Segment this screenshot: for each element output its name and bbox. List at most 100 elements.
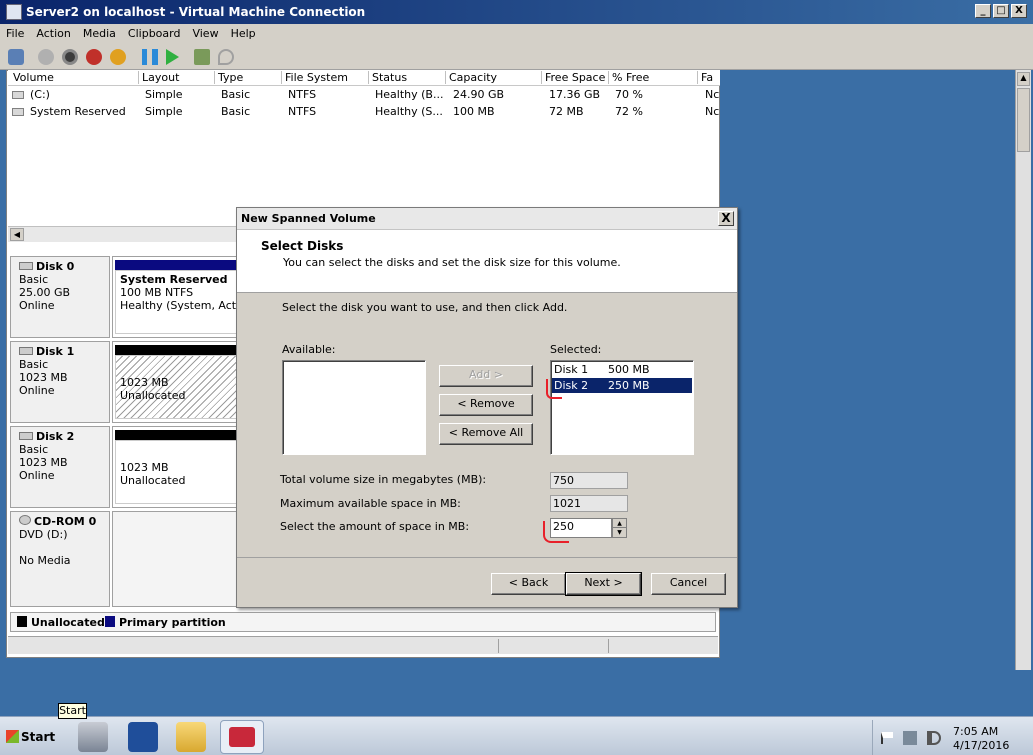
revert-icon[interactable]	[218, 49, 234, 65]
cell-type: Basic	[221, 105, 251, 118]
snapshot-icon[interactable]	[194, 49, 210, 65]
selected-label: Selected:	[550, 343, 602, 356]
remove-button[interactable]: < Remove	[439, 394, 533, 416]
total-size-label: Total volume size in megabytes (MB):	[280, 473, 487, 486]
max-space-label: Maximum available space in MB:	[280, 497, 461, 510]
save-icon[interactable]	[110, 49, 126, 65]
computer-management-taskbar-button[interactable]	[220, 720, 264, 754]
menu-media[interactable]: Media	[77, 24, 122, 40]
available-label: Available:	[282, 343, 336, 356]
menu-bar: File Action Media Clipboard View Help	[0, 24, 1033, 44]
disk-type: Basic	[19, 358, 49, 371]
add-button[interactable]: Add >	[439, 365, 533, 387]
turn-off-icon[interactable]	[62, 49, 78, 65]
server-manager-icon[interactable]	[78, 722, 108, 752]
cdrom-0-area[interactable]	[112, 511, 242, 607]
menu-action[interactable]: Action	[30, 24, 76, 40]
selected-disks-list[interactable]: Disk 1 500 MB Disk 2 250 MB	[550, 360, 694, 455]
cell-layout: Simple	[145, 105, 183, 118]
spin-down-icon[interactable]: ▼	[613, 528, 626, 537]
start-icon[interactable]	[38, 49, 54, 65]
partition-size: 1023 MB	[120, 376, 169, 389]
col-volume[interactable]: Volume	[10, 71, 54, 84]
explorer-icon[interactable]	[176, 722, 206, 752]
cell-fault: Nc	[705, 105, 720, 118]
next-button[interactable]: Next >	[565, 572, 642, 596]
col-capacity[interactable]: Capacity	[445, 71, 497, 84]
menu-file[interactable]: File	[0, 24, 30, 40]
col-free-space[interactable]: Free Space	[541, 71, 605, 84]
cell-status: Healthy (S...	[375, 105, 443, 118]
col-type[interactable]: Type	[214, 71, 243, 84]
menu-clipboard[interactable]: Clipboard	[122, 24, 187, 40]
disk-1-label[interactable]: Disk 1 Basic 1023 MB Online	[10, 341, 110, 423]
cell-file-system: NTFS	[288, 88, 317, 101]
menu-help[interactable]: Help	[225, 24, 262, 40]
ctrl-alt-del-icon[interactable]	[8, 49, 24, 65]
disk-type: DVD (D:)	[19, 528, 68, 541]
cancel-button[interactable]: Cancel	[651, 573, 726, 595]
cell-free-space: 72 MB	[549, 105, 584, 118]
guest-vertical-scrollbar[interactable]: ▲	[1015, 70, 1031, 670]
close-button[interactable]: X	[1011, 4, 1027, 18]
volume-list-header: Volume Layout Type File System Status Ca…	[8, 70, 720, 86]
back-button[interactable]: < Back	[491, 573, 566, 595]
col-percent-free[interactable]: % Free	[608, 71, 649, 84]
cell-capacity: 100 MB	[453, 105, 495, 118]
cell-volume: System Reserved	[30, 105, 126, 118]
dialog-title-bar: New Spanned Volume X	[237, 208, 737, 230]
partition-status: Healthy (System, Active	[120, 299, 253, 312]
legend-primary: Primary partition	[119, 616, 226, 629]
partition-title: System Reserved	[120, 273, 228, 286]
available-disks-list[interactable]	[282, 360, 426, 455]
cdrom-0-label[interactable]: CD-ROM 0 DVD (D:) No Media	[10, 511, 110, 607]
start-button[interactable]: Start	[6, 730, 55, 744]
col-status[interactable]: Status	[368, 71, 407, 84]
disk-2-label[interactable]: Disk 2 Basic 1023 MB Online	[10, 426, 110, 508]
toolbox-icon	[229, 727, 255, 747]
disk-2-unallocated[interactable]: 1023 MB Unallocated	[112, 426, 242, 508]
remove-all-button[interactable]: < Remove All	[439, 423, 533, 445]
cell-fault: Nc	[705, 88, 720, 101]
maximize-button[interactable]: □	[993, 4, 1009, 18]
minimize-button[interactable]: _	[975, 4, 991, 18]
partition-size: 1023 MB	[120, 461, 169, 474]
list-item[interactable]: Disk 2 250 MB	[552, 378, 692, 393]
drive-icon	[12, 91, 24, 99]
flag-icon[interactable]	[881, 732, 893, 744]
primary-partition-bar	[115, 260, 239, 270]
amount-spinner[interactable]: ▲ ▼	[612, 518, 627, 538]
dialog-header: Select Disks You can select the disks an…	[237, 230, 737, 293]
disk-0-partition[interactable]: System Reserved 100 MB NTFS Healthy (Sys…	[112, 256, 252, 338]
scroll-up-icon[interactable]: ▲	[1017, 72, 1030, 86]
list-item[interactable]: Disk 1 500 MB	[552, 362, 692, 377]
volume-muted-icon[interactable]	[927, 731, 941, 745]
pause-icon[interactable]	[142, 49, 158, 65]
legend-unallocated: Unallocated	[31, 616, 105, 629]
close-icon[interactable]: X	[718, 211, 734, 226]
col-layout[interactable]: Layout	[138, 71, 179, 84]
table-row[interactable]: System Reserved Simple Basic NTFS Health…	[8, 104, 719, 120]
scroll-thumb[interactable]	[1017, 88, 1030, 152]
clock-date[interactable]: 4/17/2016	[953, 739, 1009, 752]
disk-name: Disk 1	[36, 345, 75, 358]
resume-icon[interactable]	[166, 49, 179, 65]
clock-time[interactable]: 7:05 AM	[953, 725, 998, 738]
col-fault[interactable]: Fa	[697, 71, 713, 84]
start-label: Start	[21, 730, 56, 744]
table-row[interactable]: (C:) Simple Basic NTFS Healthy (B... 24.…	[8, 87, 719, 103]
col-file-system[interactable]: File System	[281, 71, 348, 84]
menu-view[interactable]: View	[186, 24, 224, 40]
divider	[237, 557, 737, 558]
cell-percent-free: 70 %	[615, 88, 643, 101]
spin-up-icon[interactable]: ▲	[613, 519, 626, 528]
scroll-left-icon[interactable]: ◀	[10, 228, 24, 241]
disk-0-label[interactable]: Disk 0 Basic 25.00 GB Online	[10, 256, 110, 338]
network-icon[interactable]	[903, 731, 917, 745]
total-size-value: 750	[550, 472, 628, 489]
powershell-icon[interactable]	[128, 722, 158, 752]
start-tooltip: Start	[58, 703, 87, 719]
drive-icon	[12, 108, 24, 116]
shutdown-icon[interactable]	[86, 49, 102, 65]
disk-1-unallocated[interactable]: 1023 MB Unallocated	[112, 341, 242, 423]
